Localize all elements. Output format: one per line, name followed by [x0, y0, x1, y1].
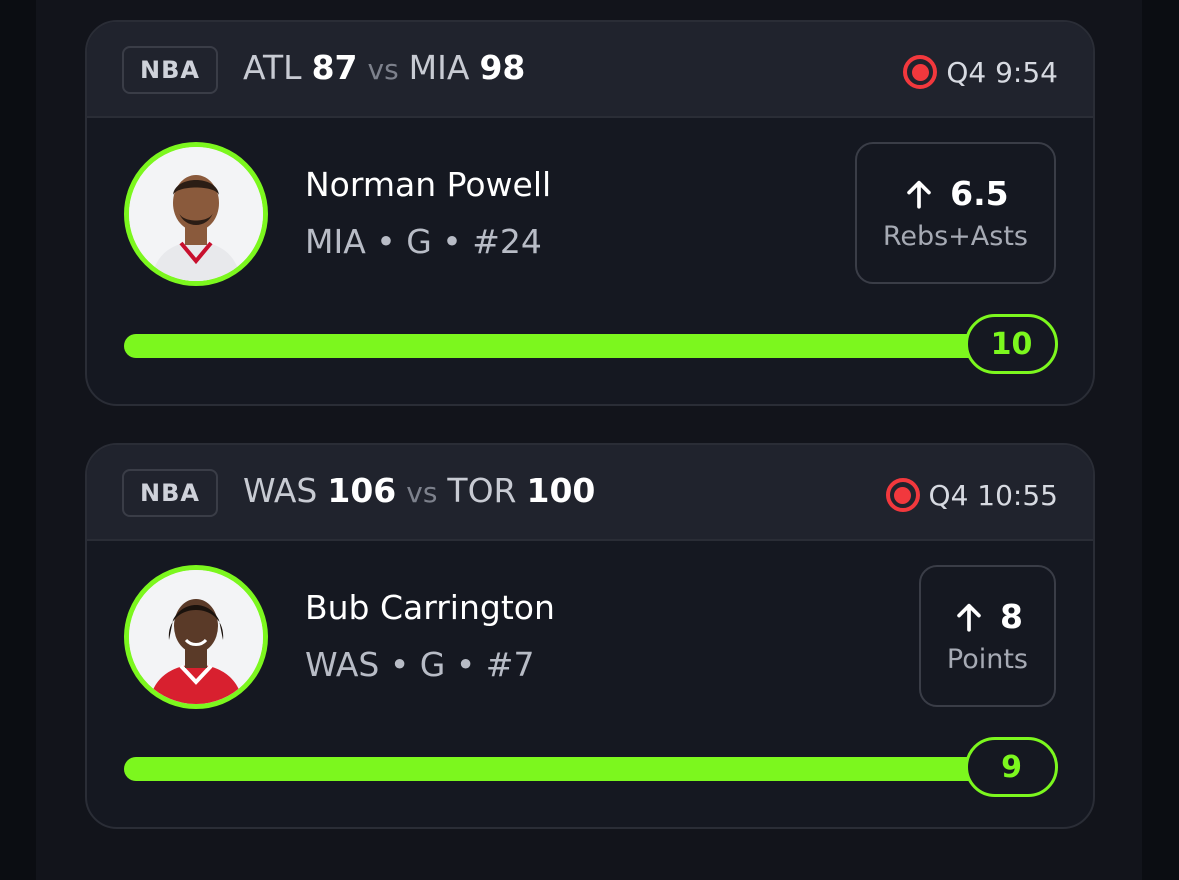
- prop-line-value: 6.5: [950, 174, 1009, 213]
- player-name[interactable]: Bub Carrington: [305, 588, 555, 627]
- game-clock: Q4 9:54: [946, 55, 1058, 89]
- away-score: 106: [327, 471, 397, 510]
- matchup: ATL 87 vs MIA 98: [243, 48, 525, 90]
- up-arrow-icon: [907, 180, 931, 209]
- progress-bar: [124, 757, 1024, 781]
- vs-label: vs: [367, 53, 399, 86]
- home-team: TOR: [447, 471, 517, 510]
- player-meta: WAS • G • #7: [305, 645, 535, 684]
- prop-line-box[interactable]: 6.5 Rebs+Asts: [854, 142, 1056, 284]
- player-headshot-icon: [129, 147, 263, 281]
- matchup: WAS 106 vs TOR 100: [243, 471, 595, 513]
- home-score: 100: [526, 471, 596, 510]
- game-header: NBA ATL 87 vs MIA 98 Q4 9:54: [87, 22, 1093, 118]
- prop-line-value: 8: [999, 597, 1023, 636]
- prop-stat-label: Rebs+Asts: [882, 221, 1028, 252]
- prop-card[interactable]: NBA WAS 106 vs TOR 100 Q4 10:55 Bub Carr…: [85, 443, 1095, 829]
- game-status: Q4 9:54: [903, 52, 1058, 92]
- progress-value: 10: [965, 314, 1058, 374]
- vs-label: vs: [406, 476, 438, 509]
- progress-bar: [124, 334, 1024, 358]
- prop-line: 6.5: [902, 174, 1009, 213]
- game-header: NBA WAS 106 vs TOR 100 Q4 10:55: [87, 445, 1093, 541]
- player-meta: MIA • G • #24: [305, 222, 542, 261]
- progress-fill: [124, 757, 1024, 781]
- live-icon: [885, 478, 920, 512]
- progress-value: 9: [965, 737, 1058, 797]
- live-icon: [903, 55, 938, 89]
- game-clock: Q4 10:55: [928, 478, 1058, 512]
- away-team: ATL: [243, 48, 302, 87]
- home-score: 98: [479, 48, 526, 87]
- player-headshot-icon: [129, 570, 263, 704]
- away-score: 87: [311, 48, 358, 87]
- prop-stat-label: Points: [946, 644, 1028, 675]
- league-badge: NBA: [122, 469, 218, 517]
- away-team: WAS: [243, 471, 318, 510]
- prop-line-box[interactable]: 8 Points: [918, 565, 1056, 707]
- player-avatar[interactable]: [124, 565, 268, 709]
- prop-card[interactable]: NBA ATL 87 vs MIA 98 Q4 9:54 Norman Powe…: [85, 20, 1095, 406]
- up-arrow-icon: [957, 603, 981, 632]
- player-name[interactable]: Norman Powell: [305, 165, 551, 204]
- league-badge: NBA: [122, 46, 218, 94]
- home-team: MIA: [408, 48, 470, 87]
- player-avatar[interactable]: [124, 142, 268, 286]
- progress-fill: [124, 334, 1024, 358]
- game-status: Q4 10:55: [885, 475, 1058, 515]
- prop-line: 8: [952, 597, 1023, 636]
